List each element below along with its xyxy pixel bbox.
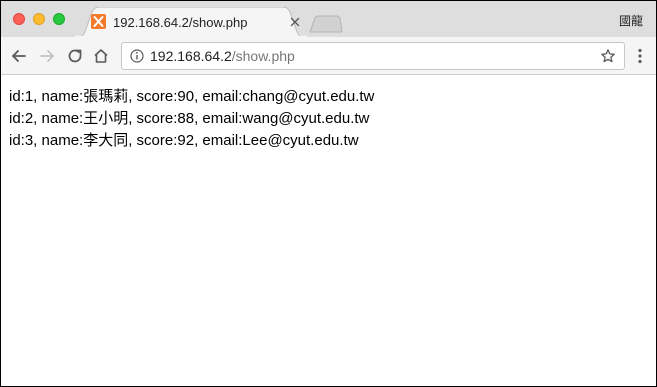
url-text[interactable]: 192.168.64.2/show.php	[150, 48, 295, 64]
info-icon[interactable]	[130, 49, 144, 63]
tab-close-icon[interactable]	[289, 16, 301, 28]
active-tab[interactable]: 192.168.64.2/show.php	[75, 7, 307, 37]
browser-toolbar: 192.168.64.2/show.php	[1, 37, 656, 75]
reload-icon	[68, 49, 82, 63]
record-row-3: id:3, name:李大同, score:92, email:Lee@cyut…	[9, 132, 359, 149]
reload-button[interactable]	[65, 46, 85, 66]
address-bar[interactable]: 192.168.64.2/show.php	[121, 42, 625, 70]
forward-arrow-icon	[40, 50, 54, 62]
forward-button[interactable]	[37, 46, 57, 66]
minimize-window-button[interactable]	[33, 13, 45, 25]
profile-name[interactable]: 國龍	[619, 12, 643, 29]
tab-strip: 192.168.64.2/show.php 國龍	[1, 1, 656, 37]
tab-title: 192.168.64.2/show.php	[113, 15, 248, 30]
record-row-1: id:1, name:張瑪莉, score:90, email:chang@cy…	[9, 88, 375, 105]
back-arrow-icon	[12, 50, 26, 62]
back-button[interactable]	[9, 46, 29, 66]
url-host: 192.168.64.2	[150, 48, 232, 64]
record-row-2: id:2, name:王小明, score:88, email:wang@cyu…	[9, 110, 370, 127]
maximize-window-button[interactable]	[53, 13, 65, 25]
browser-window: 192.168.64.2/show.php 國龍 192.168.64.2/sh…	[0, 0, 657, 387]
url-path: /show.php	[231, 48, 295, 64]
page-content: id:1, name:張瑪莉, score:90, email:chang@cy…	[1, 75, 656, 386]
close-window-button[interactable]	[13, 13, 25, 25]
home-button[interactable]	[91, 46, 111, 66]
xampp-icon	[91, 14, 106, 29]
bookmark-star-icon[interactable]	[600, 48, 616, 64]
menu-kebab-icon[interactable]	[633, 47, 647, 65]
home-icon	[94, 49, 108, 63]
new-tab-button[interactable]	[309, 15, 343, 33]
